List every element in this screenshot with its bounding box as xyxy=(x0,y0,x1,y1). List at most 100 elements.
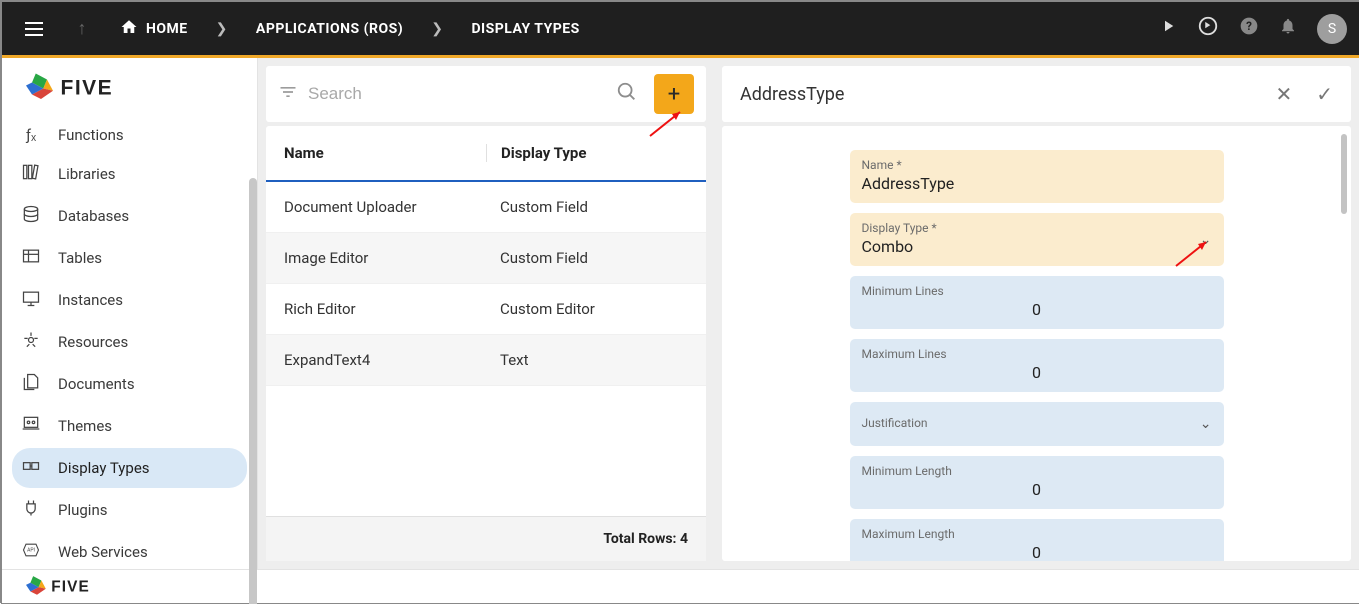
sidebar-item-displaytypes[interactable]: Display Types xyxy=(12,448,247,488)
field-name-value: AddressType xyxy=(862,174,1212,193)
sidebar-item-label: Display Types xyxy=(58,459,150,477)
field-displaytype[interactable]: Display Type * Combo ⌄ xyxy=(850,213,1224,266)
close-icon[interactable]: ✕ xyxy=(1275,82,1292,106)
table-header: Name Display Type xyxy=(266,126,706,182)
up-button[interactable]: ↑ xyxy=(62,9,102,49)
field-maxlines-label: Maximum Lines xyxy=(862,347,1212,361)
check-icon[interactable]: ✓ xyxy=(1316,82,1333,106)
sidebar-item-label: Functions xyxy=(58,126,124,144)
sidebar: FIVE ƒₓFunctions Libraries Databases Tab… xyxy=(2,58,258,569)
nav-list[interactable]: ƒₓFunctions Libraries Databases Tables I… xyxy=(2,116,257,569)
table-row[interactable]: Document UploaderCustom Field xyxy=(266,182,706,233)
sidebar-item-label: Instances xyxy=(58,291,123,309)
field-maxlength-value: 0 xyxy=(862,543,1212,561)
plus-icon: + xyxy=(668,82,680,107)
documents-icon xyxy=(20,372,42,396)
search-input[interactable] xyxy=(308,84,606,104)
breadcrumb-home[interactable]: HOME xyxy=(110,18,198,40)
field-minlines[interactable]: Minimum Lines 0 xyxy=(850,276,1224,329)
sidebar-item-label: Tables xyxy=(58,249,102,267)
topbar: ↑ HOME ❯ APPLICATIONS (ROS) ❯ DISPLAY TY… xyxy=(2,2,1359,58)
sidebar-item-functions[interactable]: ƒₓFunctions xyxy=(12,118,247,152)
avatar[interactable]: S xyxy=(1317,14,1347,44)
field-minlines-label: Minimum Lines xyxy=(862,284,1212,298)
logo: FIVE xyxy=(2,58,257,116)
tables-icon xyxy=(20,246,42,270)
col-name-header[interactable]: Name xyxy=(284,144,486,162)
menu-button[interactable] xyxy=(14,9,54,49)
field-minlength-label: Minimum Length xyxy=(862,464,1212,478)
play-icon[interactable] xyxy=(1159,17,1177,40)
up-arrow-icon: ↑ xyxy=(78,18,87,39)
field-minlength-value: 0 xyxy=(862,480,1212,499)
breadcrumb-displaytypes[interactable]: DISPLAY TYPES xyxy=(461,21,589,37)
search-bar: + xyxy=(266,66,706,122)
home-label: HOME xyxy=(146,21,188,37)
help-icon[interactable]: ? xyxy=(1239,16,1259,41)
filter-icon[interactable] xyxy=(278,82,298,106)
field-name-label: Name * xyxy=(862,158,1212,172)
table-body: Document UploaderCustom Field Image Edit… xyxy=(266,182,706,386)
sidebar-item-libraries[interactable]: Libraries xyxy=(12,154,247,194)
displaytypes-icon xyxy=(20,456,42,480)
deploy-icon[interactable] xyxy=(1197,15,1219,42)
search-icon[interactable] xyxy=(616,81,638,107)
cell-name: ExpandText4 xyxy=(284,351,486,369)
sidebar-item-label: Documents xyxy=(58,375,135,393)
avatar-initial: S xyxy=(1328,21,1336,37)
field-displaytype-value: Combo xyxy=(862,237,1212,256)
svg-text:FIVE: FIVE xyxy=(51,578,90,595)
cell-displaytype: Custom Field xyxy=(486,249,688,267)
cell-displaytype: Custom Editor xyxy=(486,300,688,318)
sidebar-item-instances[interactable]: Instances xyxy=(12,280,247,320)
footer-logo-bar: FIVE xyxy=(2,569,1359,604)
detail-panel: AddressType ✕ ✓ Name * AddressType Displ… xyxy=(714,58,1359,569)
sidebar-item-label: Libraries xyxy=(58,165,116,183)
table-card: Name Display Type Document UploaderCusto… xyxy=(266,126,706,561)
table-row[interactable]: ExpandText4Text xyxy=(266,335,706,386)
col-displaytype-header[interactable]: Display Type xyxy=(486,144,688,162)
sidebar-item-label: Resources xyxy=(58,333,128,351)
field-maxlength[interactable]: Maximum Length 0 xyxy=(850,519,1224,561)
table-row[interactable]: Rich EditorCustom Editor xyxy=(266,284,706,335)
detail-body[interactable]: Name * AddressType Display Type * Combo … xyxy=(722,126,1351,561)
breadcrumb-applications-label: APPLICATIONS (ROS) xyxy=(256,21,403,37)
chevron-right-icon: ❯ xyxy=(421,21,453,37)
cell-name: Document Uploader xyxy=(284,198,486,216)
scrollbar-thumb[interactable] xyxy=(249,178,257,604)
list-panel: + Name Display Type Document UploaderCus… xyxy=(258,58,714,569)
libraries-icon xyxy=(20,162,42,186)
bell-icon[interactable] xyxy=(1279,17,1297,40)
sidebar-item-documents[interactable]: Documents xyxy=(12,364,247,404)
sidebar-item-label: Themes xyxy=(58,417,112,435)
table-row[interactable]: Image EditorCustom Field xyxy=(266,233,706,284)
svg-text:API: API xyxy=(27,548,35,554)
field-minlength[interactable]: Minimum Length 0 xyxy=(850,456,1224,509)
chevron-right-icon: ❯ xyxy=(206,21,238,37)
cell-name: Rich Editor xyxy=(284,300,486,318)
field-maxlength-label: Maximum Length xyxy=(862,527,1212,541)
sidebar-item-databases[interactable]: Databases xyxy=(12,196,247,236)
sidebar-item-webservices[interactable]: APIWeb Services xyxy=(12,532,247,569)
plugins-icon xyxy=(20,498,42,522)
sidebar-item-resources[interactable]: Resources xyxy=(12,322,247,362)
add-button[interactable]: + xyxy=(654,74,694,114)
field-justification[interactable]: Justification ⌄ xyxy=(850,402,1224,446)
form-column: Name * AddressType Display Type * Combo … xyxy=(850,150,1224,561)
sidebar-item-label: Plugins xyxy=(58,501,107,519)
databases-icon xyxy=(20,204,42,228)
detail-title: AddressType xyxy=(740,84,844,105)
footer-logo: FIVE xyxy=(26,575,136,601)
sidebar-item-themes[interactable]: Themes xyxy=(12,406,247,446)
breadcrumb-applications[interactable]: APPLICATIONS (ROS) xyxy=(246,21,413,37)
breadcrumb-displaytypes-label: DISPLAY TYPES xyxy=(471,21,579,37)
webservices-icon: API xyxy=(20,540,42,564)
sidebar-item-plugins[interactable]: Plugins xyxy=(12,490,247,530)
field-maxlines[interactable]: Maximum Lines 0 xyxy=(850,339,1224,392)
field-name[interactable]: Name * AddressType xyxy=(850,150,1224,203)
cell-displaytype: Text xyxy=(486,351,688,369)
home-icon xyxy=(120,18,138,40)
sidebar-item-tables[interactable]: Tables xyxy=(12,238,247,278)
chevron-down-icon: ⌄ xyxy=(1200,416,1212,432)
topbar-left: ↑ HOME ❯ APPLICATIONS (ROS) ❯ DISPLAY TY… xyxy=(14,9,590,49)
